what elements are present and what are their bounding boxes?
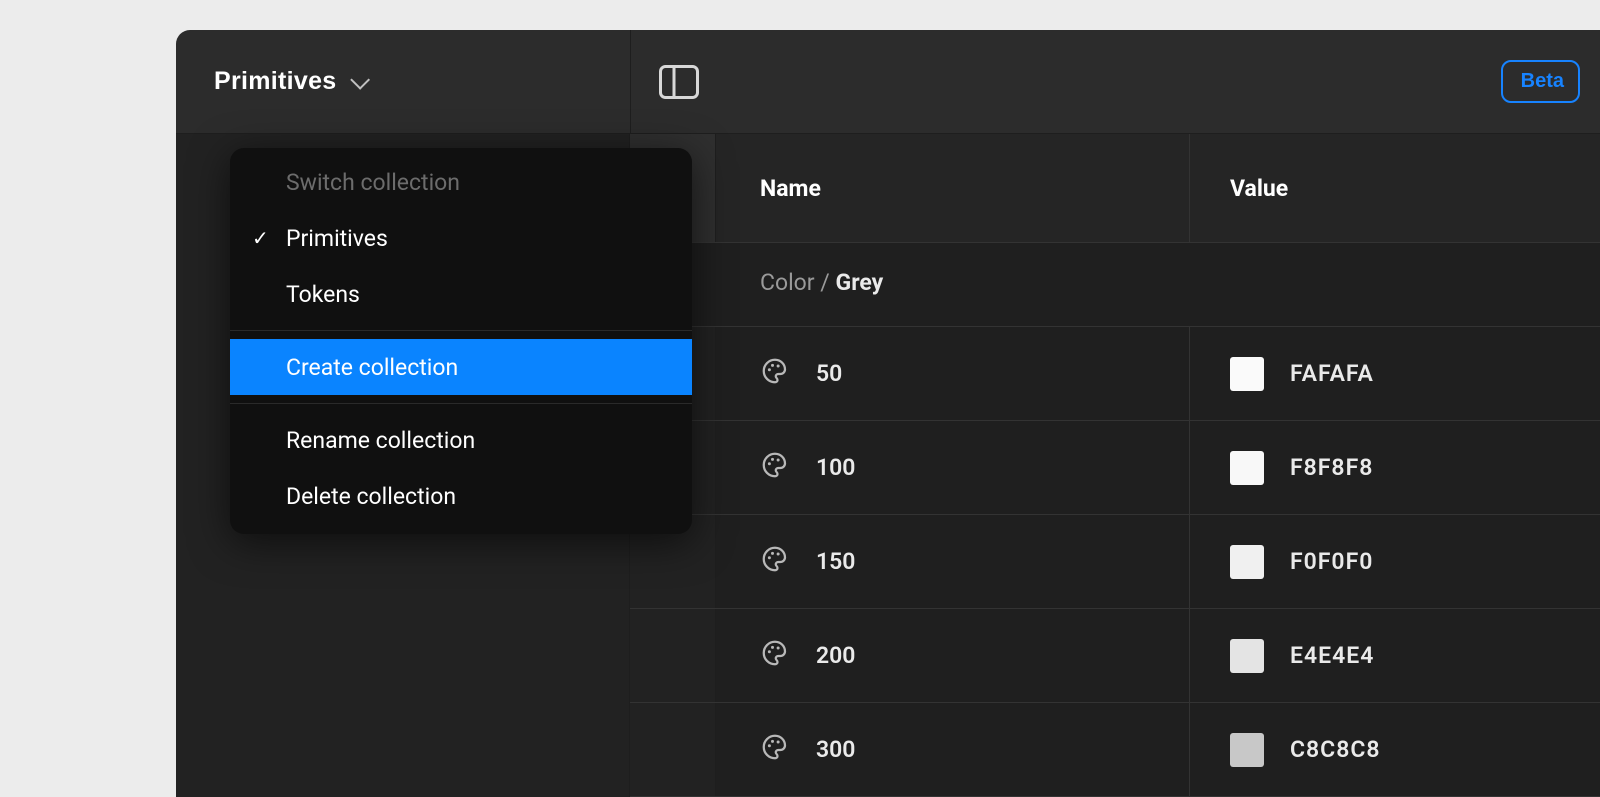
row-value-cell[interactable]: FAFAFA (1190, 327, 1600, 420)
variable-name: 150 (816, 548, 855, 575)
table-row[interactable]: 150 F0F0F0 (630, 515, 1600, 609)
variable-name: 200 (816, 642, 855, 669)
row-name-cell[interactable]: 150 (716, 515, 1190, 608)
color-type-icon (760, 544, 790, 580)
variable-name: 50 (816, 360, 842, 387)
row-index-gutter (630, 609, 716, 702)
menu-switch-header: Switch collection (230, 154, 692, 210)
row-name-cell[interactable]: 50 (716, 327, 1190, 420)
menu-collection-item[interactable]: Primitives (230, 210, 692, 266)
color-type-icon (760, 732, 790, 768)
menu-create-collection[interactable]: Create collection (230, 339, 692, 395)
row-value-cell[interactable]: C8C8C8 (1190, 703, 1600, 796)
menu-rename-collection[interactable]: Rename collection (230, 412, 692, 468)
rows-container: 50 FAFAFA 100 F8F8F8 150 F0F0F0 200 E4E4E4 300 C8… (630, 327, 1600, 797)
group-header[interactable]: Color / Grey (630, 243, 1600, 327)
row-value-cell[interactable]: F0F0F0 (1190, 515, 1600, 608)
color-type-icon (760, 356, 790, 392)
table-header-row: 20 Name Value (630, 134, 1600, 243)
variables-panel: Primitives Beta 20 Name Value (176, 30, 1600, 797)
table-row[interactable]: 100 F8F8F8 (630, 421, 1600, 515)
variable-value: FAFAFA (1290, 360, 1374, 387)
row-name-cell[interactable]: 100 (716, 421, 1190, 514)
menu-divider (230, 330, 692, 331)
row-name-cell[interactable]: 300 (716, 703, 1190, 796)
row-name-cell[interactable]: 200 (716, 609, 1190, 702)
collection-label: Primitives (214, 67, 337, 96)
topbar: Primitives Beta (176, 30, 1600, 134)
topbar-right: Beta (630, 30, 1600, 133)
variable-name: 100 (816, 454, 855, 481)
variable-value: F8F8F8 (1290, 454, 1373, 481)
group-prefix: Color / (760, 269, 830, 296)
row-index-gutter (630, 703, 716, 796)
main: 20 Name Value Color / Grey 50 FAFAFA 100 F8… (630, 134, 1600, 797)
beta-button[interactable]: Beta (1501, 60, 1580, 103)
row-value-cell[interactable]: E4E4E4 (1190, 609, 1600, 702)
table-row[interactable]: 200 E4E4E4 (630, 609, 1600, 703)
variable-value: F0F0F0 (1290, 548, 1373, 575)
variable-value: E4E4E4 (1290, 642, 1374, 669)
color-swatch (1230, 451, 1264, 485)
color-swatch (1230, 639, 1264, 673)
group-name: Grey (836, 269, 884, 296)
color-type-icon (760, 638, 790, 674)
value-column-header: Value (1190, 134, 1600, 242)
beta-label: Beta (1521, 70, 1564, 93)
color-swatch (1230, 357, 1264, 391)
table-row[interactable]: 50 FAFAFA (630, 327, 1600, 421)
sidebar-toggle-icon[interactable] (657, 63, 701, 101)
name-column-header: Name (716, 134, 1190, 242)
menu-divider (230, 403, 692, 404)
color-type-icon (760, 450, 790, 486)
row-value-cell[interactable]: F8F8F8 (1190, 421, 1600, 514)
menu-collection-item[interactable]: Tokens (230, 266, 692, 322)
menu-caret (370, 148, 394, 150)
color-swatch (1230, 545, 1264, 579)
topbar-left: Primitives (176, 30, 630, 133)
chevron-down-icon (350, 69, 370, 89)
variable-value: C8C8C8 (1290, 736, 1381, 763)
color-swatch (1230, 733, 1264, 767)
table-row[interactable]: 300 C8C8C8 (630, 703, 1600, 797)
collection-dropdown-trigger[interactable]: Primitives (214, 67, 365, 96)
menu-delete-collection[interactable]: Delete collection (230, 468, 692, 524)
collection-menu: Switch collection PrimitivesTokens Creat… (230, 148, 692, 534)
variable-name: 300 (816, 736, 855, 763)
